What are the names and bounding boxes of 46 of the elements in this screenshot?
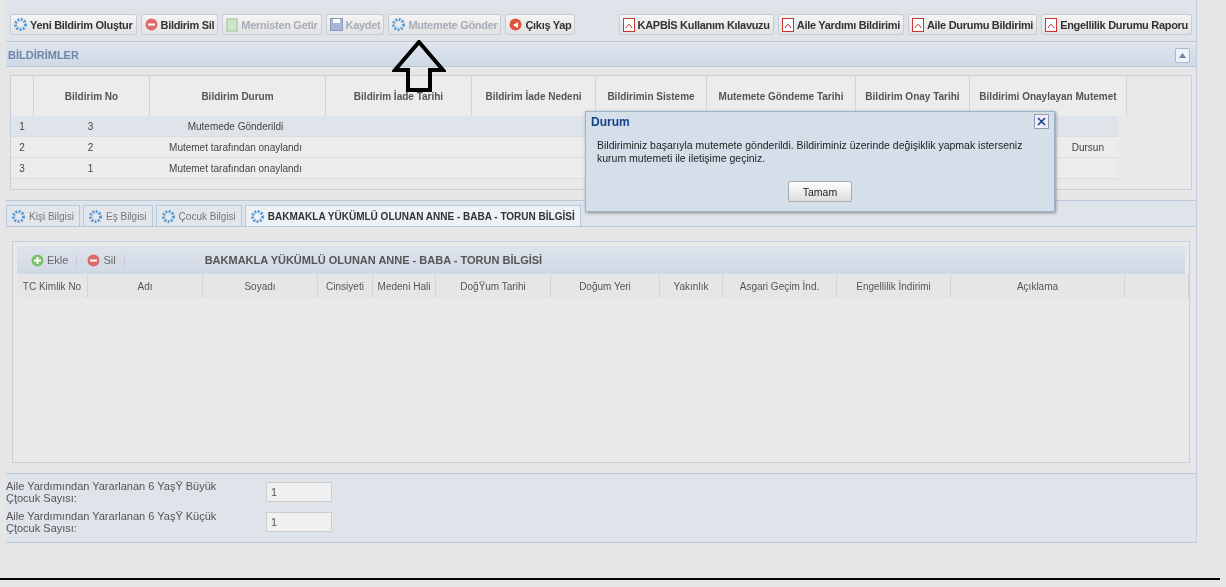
dialog-message: Bildiriminiz başarıyla mutemete gönderildi. Bildiriminiz üzerinde değişiklik yapmak isterseniz kurum mutemeti ile iletişime geçiniz. bbox=[597, 139, 1024, 165]
up-arrow-icon bbox=[392, 40, 446, 92]
pdf-icon bbox=[911, 17, 924, 32]
field-label: Aile Yardımından Yararlanan 6 YaşŸ Küçük Çţocuk Sayısı: bbox=[6, 510, 218, 534]
table-cell[interactable]: Mutemede Gönderildi bbox=[148, 116, 323, 137]
panel-title: BİLDİRİMLER bbox=[8, 49, 79, 61]
close-button[interactable] bbox=[1034, 114, 1049, 129]
pdf-icon bbox=[781, 17, 794, 32]
collapse-button[interactable] bbox=[1175, 47, 1190, 63]
gear-icon bbox=[12, 209, 25, 223]
toolbar-button[interactable]: KAPBİS Kullanım Kılavuzu bbox=[618, 14, 774, 35]
minus-circle-icon bbox=[87, 253, 101, 267]
input-field[interactable]: 1 bbox=[266, 512, 332, 532]
tab[interactable]: BAKMAKLA YÜKÜMLÜ OLUNAN ANNE - BABA - TORUN BİLGİSİ bbox=[244, 205, 581, 226]
gear-icon bbox=[250, 209, 264, 223]
toolbar-button[interactable]: Yeni Bildirim Oluştur bbox=[10, 14, 137, 35]
field-label: Aile Yardımından Yararlanan 6 YaşŸ Büyük Çţocuk Sayısı: bbox=[6, 480, 218, 504]
table-cell[interactable]: 3 bbox=[33, 116, 148, 137]
tab[interactable]: Eş Bilgisi bbox=[83, 205, 153, 226]
caret-icon bbox=[1179, 52, 1186, 58]
row-number: 1 bbox=[11, 116, 33, 137]
dialog-title: Durum bbox=[591, 115, 630, 129]
gear-icon bbox=[89, 209, 102, 223]
close-icon bbox=[1037, 117, 1046, 126]
grid-title: BAKMAKLA YÜKÜMLÜ OLUNAN ANNE - BABA - TORUN BİLGİSİ bbox=[204, 254, 543, 266]
toolbar-button[interactable]: Bildirim Sil bbox=[140, 14, 219, 35]
grid-action-button[interactable]: Ekle bbox=[31, 253, 78, 267]
input-field[interactable]: 1 bbox=[266, 482, 332, 502]
toolbar-button[interactable]: Engellilik Durumu Raporu bbox=[1041, 14, 1192, 35]
pdf-icon bbox=[1045, 17, 1058, 32]
tab[interactable]: Çocuk Bilgisi bbox=[155, 205, 242, 226]
grid-action-button[interactable]: Sil bbox=[87, 253, 125, 267]
minus-circle-icon bbox=[144, 18, 158, 31]
tab[interactable]: Kişi Bilgisi bbox=[6, 205, 80, 226]
save-icon bbox=[329, 18, 343, 31]
ok-button[interactable]: Tamam bbox=[788, 181, 852, 202]
toolbar-button[interactable]: Aile Durumu Bildirimi bbox=[907, 14, 1038, 35]
document-icon bbox=[226, 17, 239, 32]
plus-circle-icon bbox=[31, 253, 44, 267]
exit-icon bbox=[509, 18, 523, 31]
gear-icon bbox=[161, 209, 175, 223]
toolbar-button[interactable]: Aile Yardımı Bildirimi bbox=[777, 14, 904, 35]
gear-icon bbox=[392, 18, 406, 31]
toolbar-button[interactable]: Çıkış Yap bbox=[505, 14, 576, 35]
pdf-icon bbox=[622, 17, 635, 32]
gear-icon bbox=[14, 18, 27, 31]
